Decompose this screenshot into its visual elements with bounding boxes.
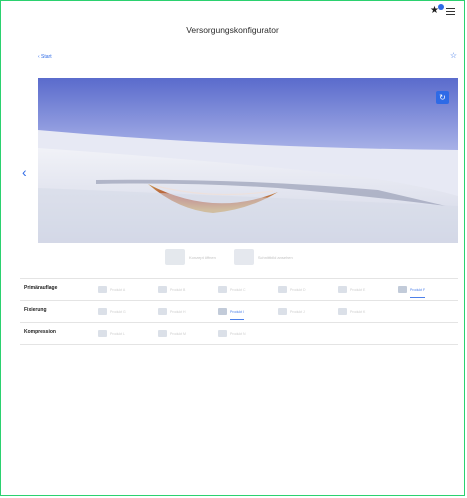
reload-icon[interactable]: ↻ xyxy=(436,91,449,104)
menu-icon[interactable] xyxy=(446,7,455,15)
concept-thumbnail-icon xyxy=(165,249,185,265)
sectional-thumbnail-icon xyxy=(233,249,254,265)
page-title: Versorgungskonfigurator xyxy=(186,25,279,35)
product-option[interactable]: Produkt H xyxy=(158,304,186,319)
favorites-star-icon[interactable]: ★ xyxy=(430,4,444,16)
option-sectional[interactable]: Schnittbild ansehen xyxy=(233,249,293,265)
row-label: Kompression xyxy=(24,329,56,335)
product-option[interactable]: Produkt B xyxy=(158,282,185,297)
product-icon xyxy=(218,308,227,315)
wound-3d-viewer[interactable]: ↻ xyxy=(38,78,458,243)
product-icon xyxy=(338,308,347,315)
product-icon xyxy=(158,286,167,293)
product-option[interactable]: Produkt D xyxy=(278,282,306,297)
product-option[interactable]: Produkt J xyxy=(278,304,305,319)
product-option-selected[interactable]: Produkt F xyxy=(398,282,426,298)
product-option-selected[interactable]: Produkt I xyxy=(218,304,245,320)
row-label: Primärauflage xyxy=(24,285,58,291)
product-option[interactable]: Produkt A xyxy=(98,282,125,297)
chevron-left-icon[interactable]: ‹ xyxy=(22,164,27,180)
row-label: Fixierung xyxy=(24,307,47,313)
product-icon xyxy=(218,330,227,337)
product-option[interactable]: Produkt E xyxy=(338,282,365,297)
table-row-primaerauflage: Primärauflage Produkt A Produkt B Produk… xyxy=(20,278,458,300)
product-icon xyxy=(218,286,227,293)
option-label: Konzept öffnen xyxy=(189,254,216,260)
back-link[interactable]: ‹ Start xyxy=(38,54,52,60)
product-option[interactable]: Produkt G xyxy=(98,304,126,319)
product-icon xyxy=(98,286,107,293)
product-icon xyxy=(158,330,167,337)
product-icon xyxy=(278,308,287,315)
product-icon xyxy=(98,330,107,337)
table-row-fixierung: Fixierung Produkt G Produkt H Produkt I … xyxy=(20,300,458,322)
star-outline-icon[interactable]: ☆ xyxy=(450,51,457,60)
product-icon xyxy=(338,286,347,293)
table-row-kompression: Kompression Produkt L Produkt M Produkt … xyxy=(20,322,458,345)
product-option[interactable]: Produkt L xyxy=(98,326,125,341)
product-option[interactable]: Produkt C xyxy=(218,282,246,297)
product-icon xyxy=(398,286,407,293)
product-table: Primärauflage Produkt A Produkt B Produk… xyxy=(20,278,458,345)
notification-dot xyxy=(438,4,444,10)
product-option[interactable]: Produkt N xyxy=(218,326,246,341)
product-icon xyxy=(158,308,167,315)
product-option[interactable]: Produkt M xyxy=(158,326,186,341)
option-concept[interactable]: Konzept öffnen xyxy=(165,249,216,265)
wound-model-image xyxy=(38,78,458,243)
view-options: Konzept öffnen Schnittbild ansehen xyxy=(165,247,355,267)
option-label: Schnittbild ansehen xyxy=(257,254,293,260)
top-bar: Versorgungskonfigurator ★ xyxy=(0,0,465,44)
product-option[interactable]: Produkt K xyxy=(338,304,365,319)
product-icon xyxy=(98,308,107,315)
top-icons: ★ xyxy=(430,4,455,16)
product-icon xyxy=(278,286,287,293)
